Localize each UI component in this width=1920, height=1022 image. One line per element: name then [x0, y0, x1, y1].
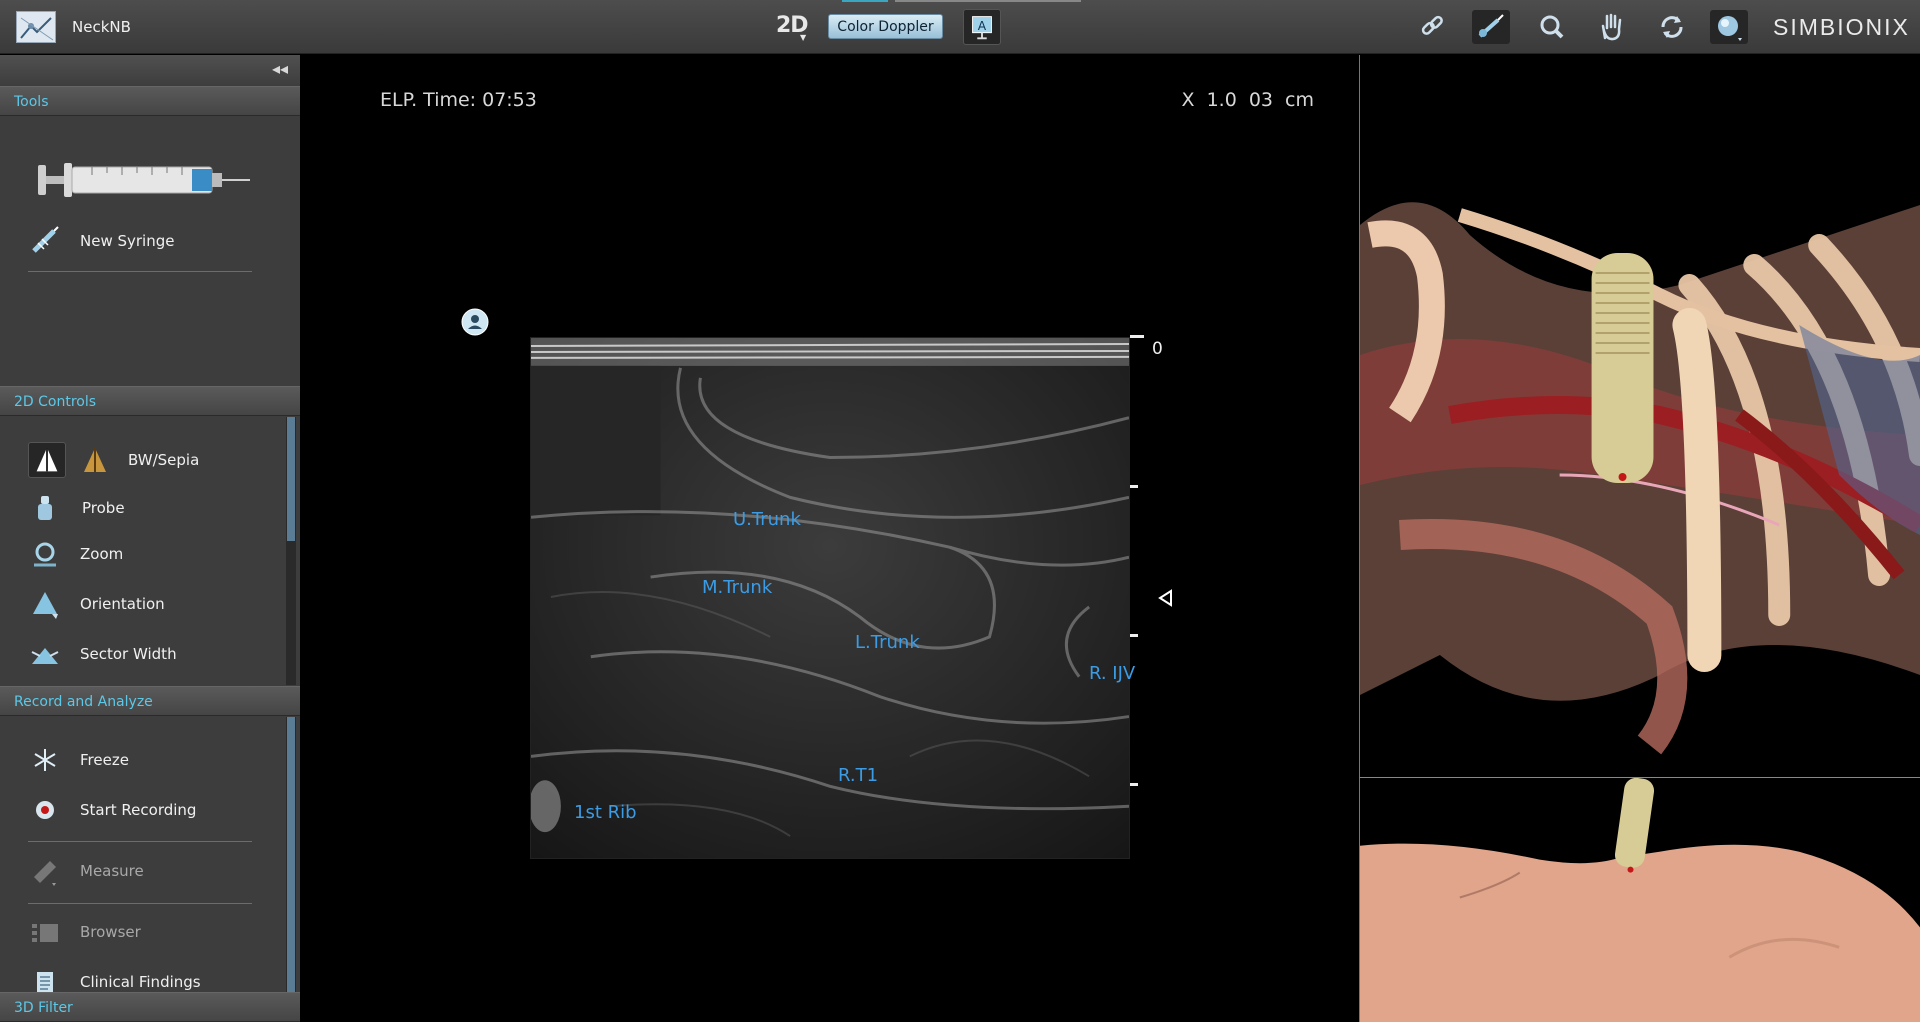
ultrasound-viewport[interactable]: ELP. Time: 07:53 X 1.0 03 cm U.Trunk M.T…: [300, 55, 1358, 1022]
label-1st-rib: 1st Rib: [574, 802, 637, 823]
mode-2d-button[interactable]: 2D ▼: [776, 13, 809, 42]
sector-width-control[interactable]: Sector Width: [28, 636, 278, 672]
section-header-tools[interactable]: Tools: [0, 86, 300, 116]
divider: [28, 271, 252, 272]
divider: [28, 841, 252, 842]
focus-marker-icon[interactable]: [1157, 589, 1173, 607]
collapse-icon[interactable]: ◂◂: [272, 59, 288, 78]
section-header-2d-controls[interactable]: 2D Controls: [0, 386, 300, 416]
zoom-icon[interactable]: [1533, 10, 1571, 44]
zoom-control[interactable]: Zoom: [28, 536, 278, 572]
annotation-toggle-button[interactable]: A: [963, 9, 1001, 45]
new-syringe-icon: [28, 225, 62, 257]
tab-indicator-secondary: [895, 0, 1081, 2]
probe-label: Probe: [82, 499, 125, 517]
pan-hand-icon[interactable]: [1593, 10, 1631, 44]
depth-tick: [1130, 783, 1138, 786]
anatomy-surface-view[interactable]: [1359, 777, 1920, 1022]
clinical-findings-label: Clinical Findings: [80, 973, 201, 991]
scrollbar-thumb[interactable]: [287, 717, 295, 1019]
top-toolbar: NeckNB 2D ▼ Color Doppler A SIMBIONIX: [0, 0, 1920, 54]
probe-control[interactable]: Probe: [28, 490, 278, 526]
freeze-label: Freeze: [80, 751, 129, 769]
sepia-icon[interactable]: [78, 444, 112, 476]
record-icon: [28, 794, 62, 826]
syringe-icon[interactable]: [32, 147, 254, 211]
color-doppler-button[interactable]: Color Doppler: [828, 14, 943, 39]
bw-sepia-control[interactable]: BW/Sepia: [28, 442, 268, 478]
orientation-icon: [28, 588, 62, 620]
sector-width-label: Sector Width: [80, 645, 177, 663]
sphere-view-icon[interactable]: [1710, 10, 1748, 44]
ruler-icon: [28, 855, 62, 887]
anatomy-3d-view[interactable]: [1359, 55, 1920, 777]
sidebar-collapse-row: ◂◂: [0, 55, 300, 85]
zoom-icon: [28, 538, 62, 570]
bw-icon[interactable]: [28, 442, 66, 478]
divider: [28, 903, 252, 904]
section-header-label: Record and Analyze: [14, 694, 153, 710]
patient-orientation-icon[interactable]: [460, 307, 490, 337]
tab-indicator: [842, 0, 888, 2]
left-sidebar: ◂◂ Tools New Syringe 2D Controls BW/Sepi…: [0, 55, 300, 1022]
link-icon[interactable]: [1413, 10, 1451, 44]
elapsed-time: ELP. Time: 07:53: [380, 89, 537, 111]
rotate-icon[interactable]: [1653, 10, 1691, 44]
probe-icon: [28, 492, 62, 524]
orientation-label: Orientation: [80, 595, 165, 613]
label-m-trunk: M.Trunk: [702, 577, 773, 598]
depth-tick: [1130, 634, 1138, 637]
brand-logo: SIMBIONIX: [1773, 14, 1910, 40]
section-header-3d-filter[interactable]: 3D Filter: [0, 992, 300, 1022]
app-logo-icon: [16, 11, 56, 43]
start-recording-button[interactable]: Start Recording: [28, 792, 278, 828]
label-r-t1: R.T1: [838, 765, 879, 786]
scrollbar-thumb[interactable]: [287, 417, 295, 541]
browser-icon: [28, 916, 62, 948]
browser-button[interactable]: Browser: [28, 914, 278, 950]
start-recording-label: Start Recording: [80, 801, 197, 819]
new-syringe-button[interactable]: New Syringe: [28, 223, 278, 259]
section-header-label: 3D Filter: [14, 1000, 73, 1016]
sector-width-icon: [28, 638, 62, 670]
bw-sepia-label: BW/Sepia: [128, 451, 200, 469]
needle-view-icon[interactable]: [1472, 10, 1510, 44]
depth-tick: [1130, 335, 1144, 338]
measure-button[interactable]: Measure: [28, 853, 278, 889]
section-header-label: Tools: [14, 94, 49, 110]
measure-label: Measure: [80, 862, 144, 880]
section-header-record-analyze[interactable]: Record and Analyze: [0, 686, 300, 716]
depth-scale-zero: 0: [1152, 339, 1163, 359]
app-title: NeckNB: [72, 18, 131, 36]
zoom-depth-readout: X 1.0 03 cm: [1181, 89, 1314, 111]
new-syringe-label: New Syringe: [80, 232, 175, 250]
browser-label: Browser: [80, 923, 141, 941]
scrollbar-2d-controls[interactable]: [286, 417, 296, 685]
depth-tick: [1130, 485, 1138, 488]
freeze-button[interactable]: Freeze: [28, 742, 278, 778]
label-r-ijv: R. IJV: [1089, 663, 1136, 684]
section-header-label: 2D Controls: [14, 394, 97, 410]
zoom-label: Zoom: [80, 545, 124, 563]
chevron-down-icon: ▼: [800, 33, 806, 42]
label-l-trunk: L.Trunk: [855, 632, 920, 653]
svg-text:A: A: [978, 19, 987, 33]
ultrasound-image[interactable]: [530, 337, 1130, 859]
annotation-icon: A: [972, 16, 992, 40]
label-u-trunk: U.Trunk: [733, 509, 801, 530]
orientation-control[interactable]: Orientation: [28, 586, 278, 622]
scrollbar-record-analyze[interactable]: [286, 717, 296, 1019]
snowflake-icon: [28, 744, 62, 776]
